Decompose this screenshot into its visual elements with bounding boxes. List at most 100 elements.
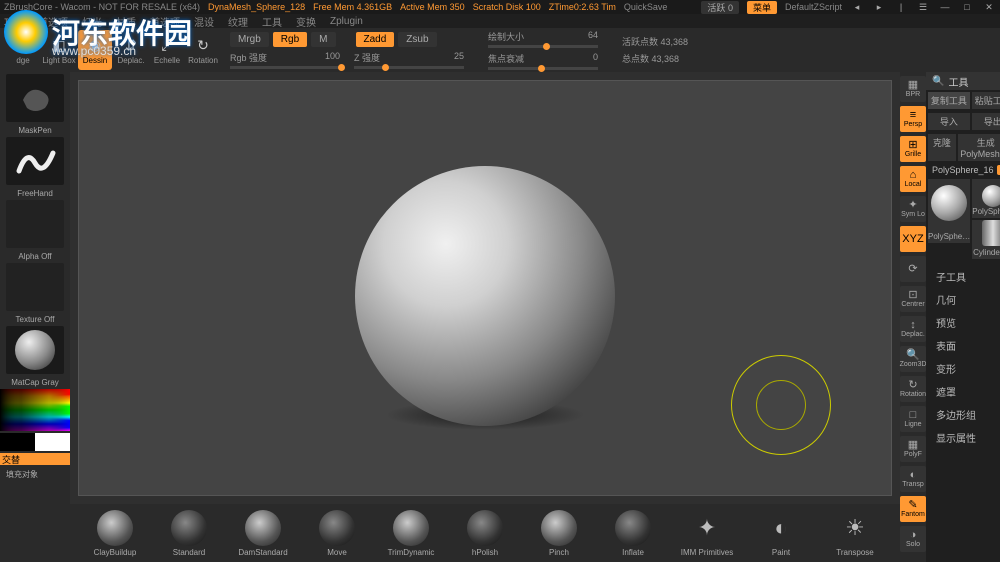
rail-icon: XYZ: [902, 234, 923, 245]
accordion-变形[interactable]: 变形: [926, 357, 1000, 380]
ztime: ZTime0:2.63 Tim: [549, 2, 616, 12]
menu-icon[interactable]: ☰: [916, 1, 930, 13]
menu-pill[interactable]: 菜单: [747, 1, 777, 14]
tool-panel-header[interactable]: 🔍 工具: [926, 72, 1000, 90]
search-icon[interactable]: 🔍: [932, 76, 944, 87]
menu-item[interactable]: Zplugin: [330, 16, 363, 27]
default-zscript[interactable]: DefaultZScript: [785, 2, 842, 12]
rail-centrer[interactable]: ⊡Centrer: [900, 286, 926, 312]
rail-icon: ✎: [908, 500, 917, 511]
clone-button[interactable]: 克隆: [928, 134, 956, 161]
alpha-label: Alpha Off: [18, 252, 51, 261]
rail-solo[interactable]: ◑Solo: [900, 526, 926, 552]
brush-move[interactable]: Move: [306, 510, 368, 557]
left-tray: MaskPen FreeHand Alpha Off Texture Off M…: [0, 72, 70, 562]
rail-transp[interactable]: ◐Transp: [900, 466, 926, 492]
menu-item[interactable]: 变换: [296, 14, 316, 29]
alpha-thumb[interactable]: [6, 200, 64, 248]
rgb-button[interactable]: Rgb: [273, 32, 307, 47]
make-polymesh-button[interactable]: 生成 PolyMesh3D: [958, 134, 1000, 161]
rail-ligne[interactable]: □Ligne: [900, 406, 926, 432]
rail-polyf[interactable]: ▦PolyF: [900, 436, 926, 462]
brush-imm primitives[interactable]: ✦IMM Primitives: [676, 510, 738, 557]
focal-shift-slider[interactable]: 焦点衰减0: [488, 52, 598, 70]
brush-paint[interactable]: ◐Paint: [750, 510, 812, 557]
menu-item[interactable]: 工具: [262, 14, 282, 29]
brush-thumb[interactable]: [6, 74, 64, 122]
stroke-thumb[interactable]: [6, 137, 64, 185]
import-button[interactable]: 导入: [928, 113, 970, 130]
rail-icon: ≡: [910, 110, 916, 121]
close-icon[interactable]: ✕: [982, 1, 996, 13]
rail-deplac.[interactable]: ↕Deplac.: [900, 316, 926, 342]
accordion-遮罩[interactable]: 遮罩: [926, 380, 1000, 403]
accordion-表面[interactable]: 表面: [926, 334, 1000, 357]
zadd-button[interactable]: Zadd: [356, 32, 395, 47]
viewport-canvas[interactable]: [78, 80, 892, 496]
rail-persp[interactable]: ≡Persp: [900, 106, 926, 132]
brush-inflate[interactable]: Inflate: [602, 510, 664, 557]
color-picker[interactable]: [0, 389, 70, 431]
brush-standard[interactable]: Standard: [158, 510, 220, 557]
rail-zoom3d[interactable]: 🔍Zoom3D: [900, 346, 926, 372]
accordion-多边形组[interactable]: 多边形组: [926, 403, 1000, 426]
m-button[interactable]: M: [311, 32, 335, 47]
swatch-black[interactable]: [0, 433, 35, 451]
accordion-预览[interactable]: 预览: [926, 311, 1000, 334]
accordion-子工具[interactable]: 子工具: [926, 265, 1000, 288]
draw-size-slider[interactable]: 绘制大小64: [488, 30, 598, 48]
brush-shape-icon: [15, 80, 55, 116]
export-button[interactable]: 导出: [972, 113, 1000, 130]
menu-item[interactable]: 混设: [194, 14, 214, 29]
brush-damstandard[interactable]: DamStandard: [232, 510, 294, 557]
material-thumb[interactable]: [6, 326, 64, 374]
rail-xyz[interactable]: XYZ: [900, 226, 926, 252]
accordion-显示属性[interactable]: 显示属性: [926, 426, 1000, 449]
rail-rotation[interactable]: ↻Rotation: [900, 376, 926, 402]
active-pill: 活跃 0: [701, 1, 739, 14]
fill-object-button[interactable]: 填充对象: [0, 469, 38, 480]
watermark-url: www.pc0359.cn: [52, 44, 136, 58]
z-intensity-slider[interactable]: Z 强度25: [354, 51, 464, 69]
rail-local[interactable]: ⌂Local: [900, 166, 926, 192]
current-tool-name: PolySphere_16: [932, 165, 994, 175]
texture-thumb[interactable]: [6, 263, 64, 311]
brush-trimdynamic[interactable]: TrimDynamic: [380, 510, 442, 557]
tool-thumb-Cylinder3D[interactable]: Cylinder3D: [972, 220, 1000, 259]
rail-icon: ⊞: [908, 140, 917, 151]
rail-grille[interactable]: ⊞Grille: [900, 136, 926, 162]
rail-bpr[interactable]: ▦BPR: [900, 76, 926, 102]
mrgb-button[interactable]: Mrgb: [230, 32, 269, 47]
rgb-intensity-slider[interactable]: Rgb 强度100: [230, 51, 340, 69]
color-swatches[interactable]: [0, 433, 70, 451]
swatch-white[interactable]: [35, 433, 70, 451]
brush-icon: [541, 510, 577, 546]
arrow-left-icon[interactable]: ◂: [850, 1, 864, 13]
rail-icon: ▦: [908, 440, 918, 451]
brush-hpolish[interactable]: hPolish: [454, 510, 516, 557]
rail-fantom[interactable]: ✎Fantom: [900, 496, 926, 522]
brush-icon: [245, 510, 281, 546]
paste-tool-button[interactable]: 粘贴工具: [972, 92, 1000, 109]
brush-transpose[interactable]: ☀Transpose: [824, 510, 886, 557]
rail-sym lo[interactable]: ✦Sym Lo: [900, 196, 926, 222]
brush-pinch[interactable]: Pinch: [528, 510, 590, 557]
maximize-icon[interactable]: □: [960, 1, 974, 13]
arrow-right-icon[interactable]: ▸: [872, 1, 886, 13]
doc-name: DynaMesh_Sphere_128: [208, 2, 305, 12]
accordion-几何[interactable]: 几何: [926, 288, 1000, 311]
switch-color-button[interactable]: 交替: [0, 453, 70, 465]
tool-thumb-PolySphe…[interactable]: PolySphe…: [928, 179, 970, 243]
rail-icon: ✦: [908, 200, 917, 211]
right-rail: ▦BPR ≡Persp ⊞Grille ⌂Local ✦Sym Lo XYZ ⟳ ⊡Centr…: [900, 72, 926, 562]
tool-thumb-PolySphere[interactable]: PolySphere: [972, 179, 1000, 218]
quicksave-button[interactable]: QuickSave: [624, 2, 668, 12]
minimize-icon[interactable]: —: [938, 1, 952, 13]
menu-item[interactable]: 纹理: [228, 14, 248, 29]
brush-claybuildup[interactable]: ClayBuildup: [84, 510, 146, 557]
copy-tool-button[interactable]: 复制工具: [928, 92, 970, 109]
watermark-icon: [4, 10, 48, 54]
rail-⟳[interactable]: ⟳: [900, 256, 926, 282]
rail-icon: ▦: [908, 80, 918, 91]
zsub-button[interactable]: Zsub: [398, 32, 436, 47]
